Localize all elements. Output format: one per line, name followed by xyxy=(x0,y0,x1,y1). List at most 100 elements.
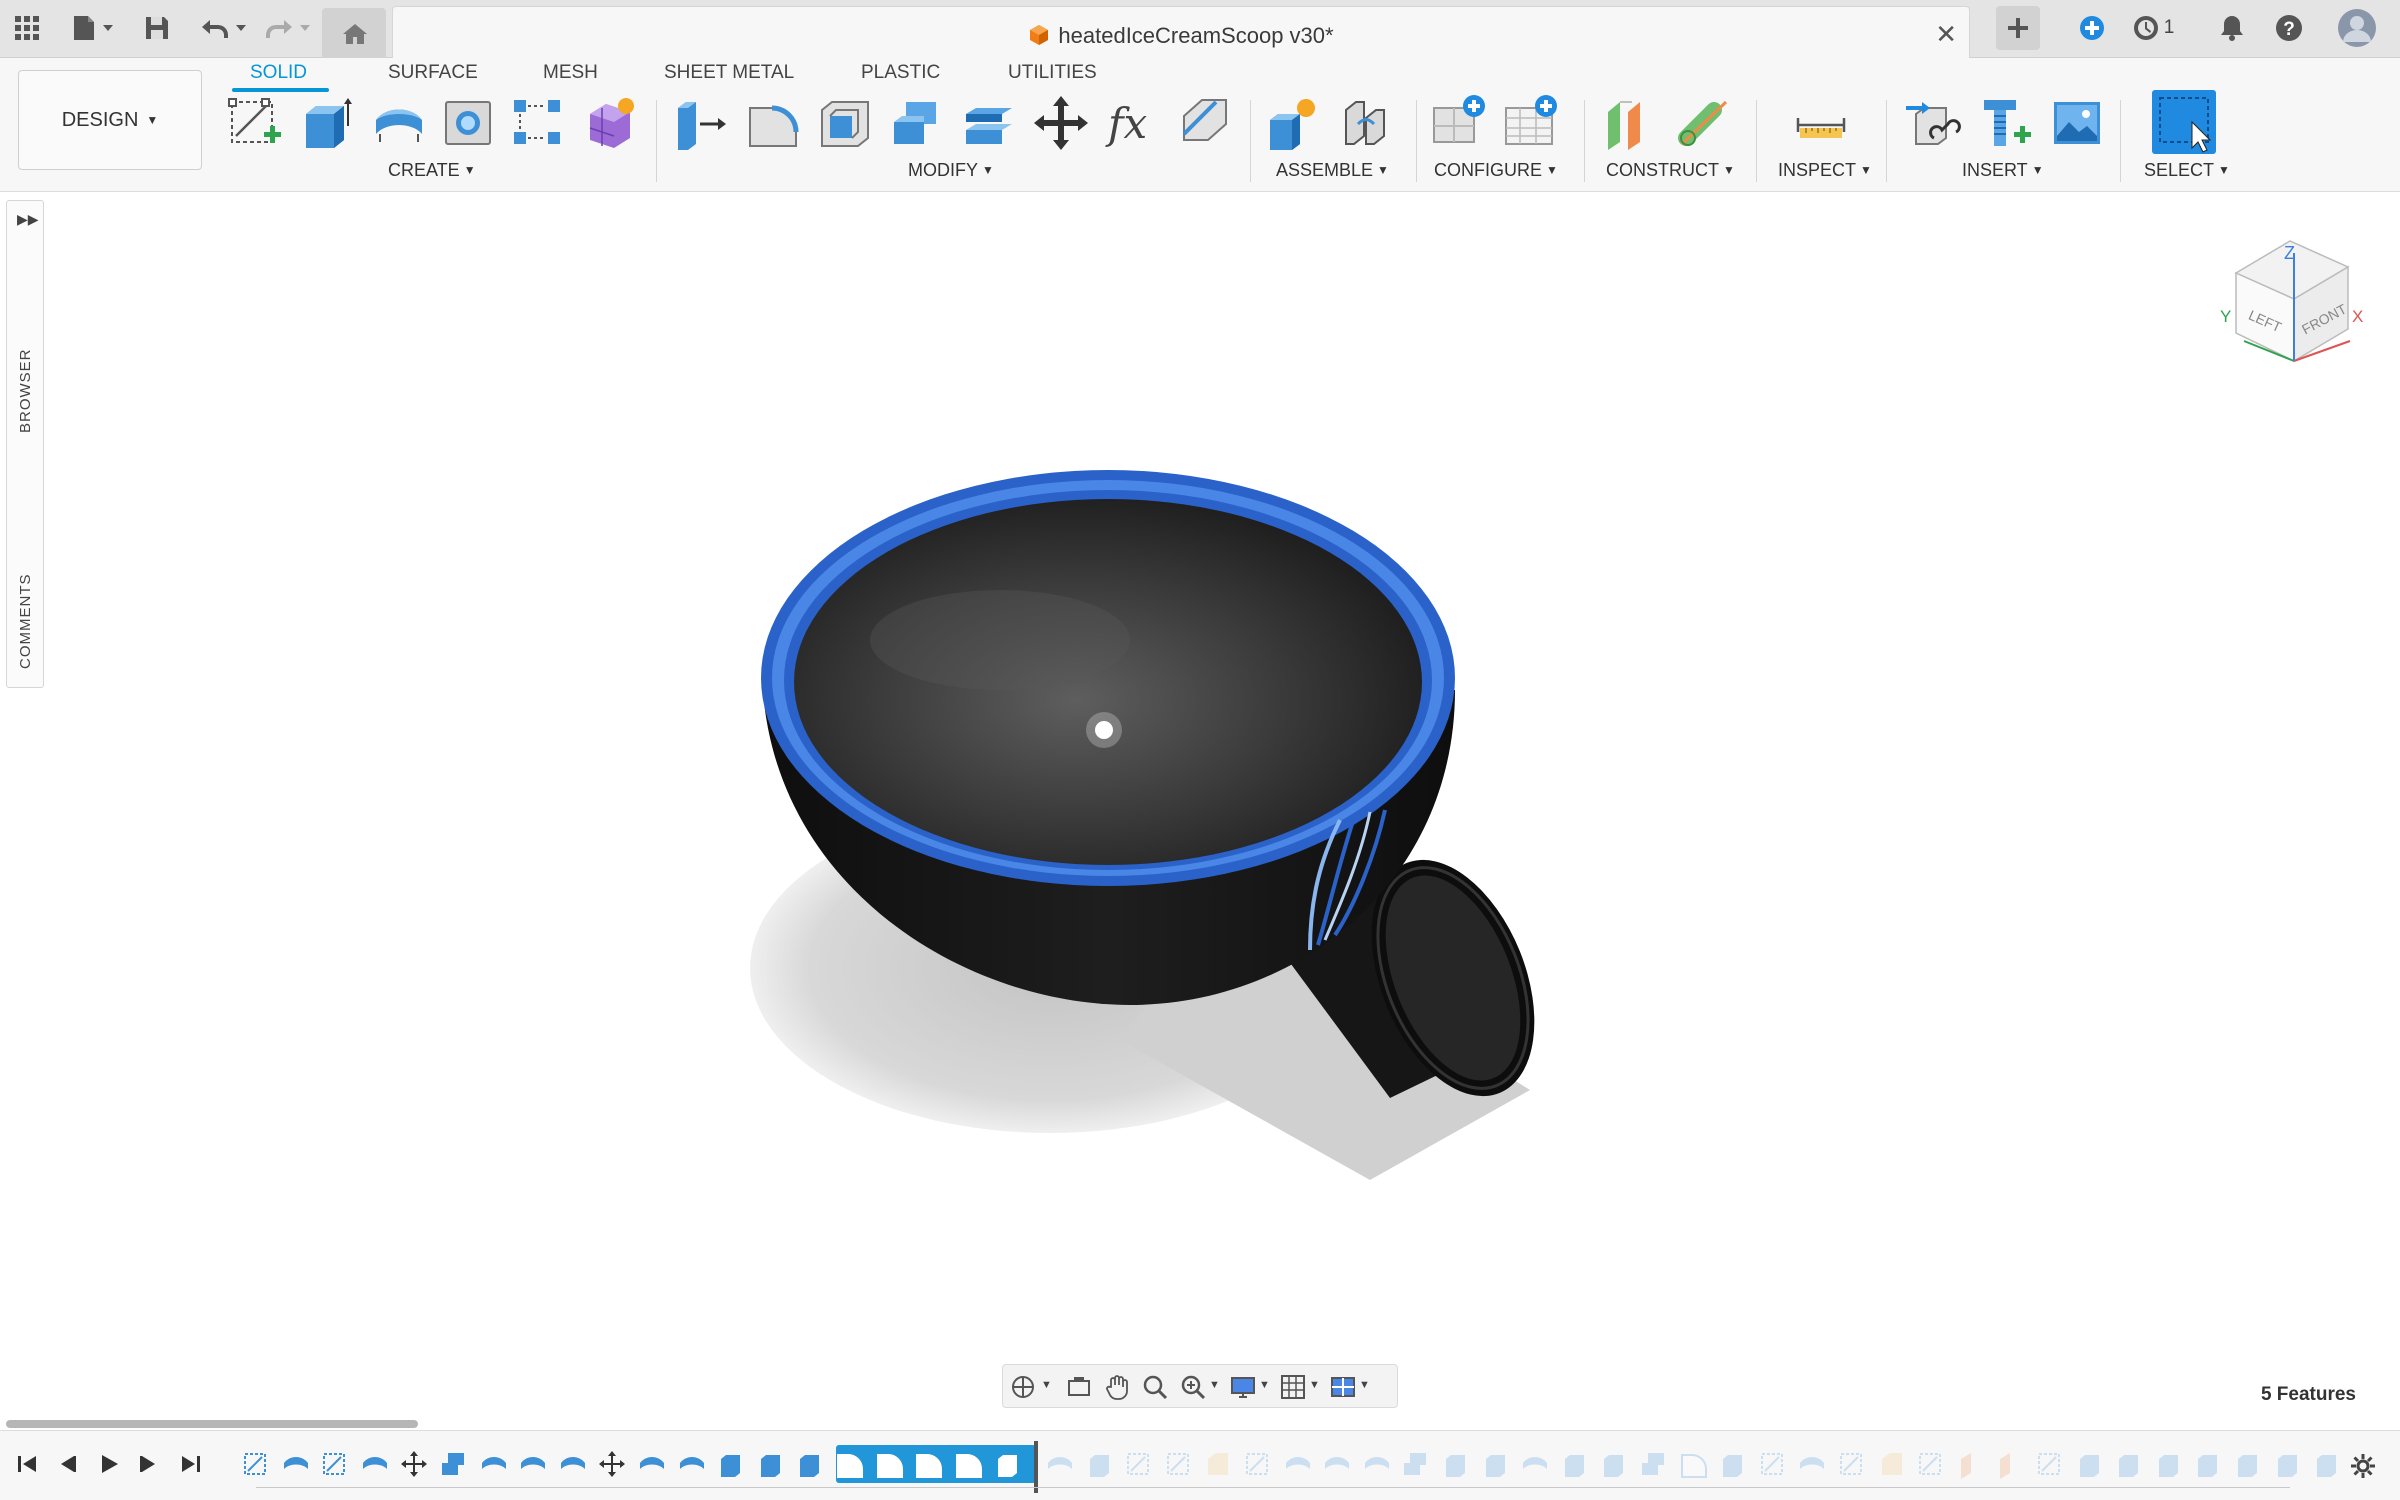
offset-face-icon[interactable] xyxy=(960,94,1018,152)
tab-mesh[interactable]: MESH xyxy=(543,62,598,84)
timeline-extrude-icon[interactable] xyxy=(1480,1449,1512,1479)
timeline-fillet-icon[interactable] xyxy=(913,1449,945,1479)
timeline-revolve-icon[interactable] xyxy=(636,1449,668,1479)
timeline-next-icon[interactable] xyxy=(136,1451,162,1477)
timeline-extrude-icon[interactable] xyxy=(2192,1449,2224,1479)
timeline-revolve-icon[interactable] xyxy=(1519,1449,1551,1479)
timeline-chamfer-icon[interactable] xyxy=(1202,1449,1234,1479)
extensions-icon[interactable] xyxy=(2078,9,2106,47)
display-settings-icon[interactable] xyxy=(1229,1373,1257,1401)
viewports-icon[interactable] xyxy=(1329,1373,1357,1401)
window-select-icon[interactable] xyxy=(2152,90,2216,154)
new-component-icon[interactable] xyxy=(1264,94,1322,152)
timeline-end-icon[interactable] xyxy=(178,1451,204,1477)
pan-icon[interactable] xyxy=(1103,1373,1131,1401)
select-menu[interactable]: SELECT ▼ xyxy=(2144,160,2230,181)
timeline-plane-icon[interactable] xyxy=(1994,1449,2026,1479)
avatar[interactable] xyxy=(2336,9,2378,47)
chevron-down-icon[interactable]: ▼ xyxy=(1259,1379,1270,1391)
timeline-move-icon[interactable] xyxy=(398,1449,430,1479)
expand-panel-icon[interactable]: ▶▶ xyxy=(17,211,39,228)
timeline-sketch-icon[interactable] xyxy=(1757,1449,1789,1479)
timeline-sketch-icon[interactable] xyxy=(1242,1449,1274,1479)
timeline-extrude-icon[interactable] xyxy=(1717,1449,1749,1479)
workspace-switcher[interactable]: DESIGN ▼ xyxy=(18,70,202,170)
timeline-start-icon[interactable] xyxy=(14,1451,40,1477)
tab-solid[interactable]: SOLID xyxy=(250,62,307,84)
timeline-extrude-icon[interactable] xyxy=(2311,1449,2343,1479)
tab-sheet-metal[interactable]: SHEET METAL xyxy=(664,62,794,84)
revolve-icon[interactable] xyxy=(370,94,428,152)
tab-utilities[interactable]: UTILITIES xyxy=(1008,62,1097,84)
timeline-revolve-icon[interactable] xyxy=(676,1449,708,1479)
chevron-down-icon[interactable]: ▼ xyxy=(1359,1379,1370,1391)
chevron-down-icon[interactable]: ▼ xyxy=(1041,1379,1052,1391)
save-icon[interactable] xyxy=(140,9,174,47)
timeline-extrude-icon[interactable] xyxy=(2153,1449,2185,1479)
fillet-icon[interactable] xyxy=(744,94,802,152)
notifications-icon[interactable] xyxy=(2218,9,2246,47)
timeline-sketch-icon[interactable] xyxy=(1123,1449,1155,1479)
timeline-revolve-icon[interactable] xyxy=(359,1449,391,1479)
insert-canvas-icon[interactable] xyxy=(2048,94,2106,152)
tab-plastic[interactable]: PLASTIC xyxy=(861,62,940,84)
help-icon[interactable]: ? xyxy=(2274,9,2304,47)
move-icon[interactable] xyxy=(1032,94,1090,152)
timeline-extrude-icon[interactable] xyxy=(992,1449,1024,1479)
shell-icon[interactable] xyxy=(816,94,874,152)
timeline-sketch-icon[interactable] xyxy=(2034,1449,2066,1479)
chevron-down-icon[interactable]: ▼ xyxy=(1309,1379,1320,1391)
timeline-revolve-icon[interactable] xyxy=(280,1449,312,1479)
timeline-revolve-icon[interactable] xyxy=(557,1449,589,1479)
hole-icon[interactable] xyxy=(440,94,498,152)
construct-menu[interactable]: CONSTRUCT ▼ xyxy=(1606,160,1735,181)
zoom-icon[interactable] xyxy=(1141,1373,1169,1401)
insert-menu[interactable]: INSERT ▼ xyxy=(1962,160,2044,181)
create-sketch-icon[interactable] xyxy=(226,94,284,152)
timeline-extrude-icon[interactable] xyxy=(1559,1449,1591,1479)
extrude-icon[interactable] xyxy=(298,94,356,152)
undo-icon[interactable] xyxy=(196,9,250,47)
create-menu[interactable]: CREATE ▼ xyxy=(388,160,476,181)
timeline-revolve-icon[interactable] xyxy=(1361,1449,1393,1479)
timeline-extrude-icon[interactable] xyxy=(2232,1449,2264,1479)
tab-surface[interactable]: SURFACE xyxy=(388,62,478,84)
timeline-plane-icon[interactable] xyxy=(1955,1449,1987,1479)
file-menu-icon[interactable] xyxy=(68,9,118,47)
timeline-extrude-icon[interactable] xyxy=(1440,1449,1472,1479)
configuration-table-icon[interactable] xyxy=(1502,94,1560,152)
timeline-extrude-icon[interactable] xyxy=(2113,1449,2145,1479)
configure-menu[interactable]: CONFIGURE ▼ xyxy=(1434,160,1558,181)
combine-icon[interactable] xyxy=(888,94,946,152)
fit-icon[interactable] xyxy=(1179,1373,1207,1401)
joint-icon[interactable] xyxy=(1336,94,1394,152)
measure-icon[interactable] xyxy=(1792,94,1850,152)
configure-icon[interactable] xyxy=(1430,94,1488,152)
timeline-combine-icon[interactable] xyxy=(438,1449,470,1479)
timeline-extrude-icon[interactable] xyxy=(2272,1449,2304,1479)
browser-panel-tab[interactable]: BROWSER xyxy=(17,348,34,433)
redo-icon[interactable] xyxy=(260,9,314,47)
pattern-icon[interactable] xyxy=(510,94,568,152)
timeline-extrude-icon[interactable] xyxy=(755,1449,787,1479)
timeline-fillet-icon[interactable] xyxy=(834,1449,866,1479)
split-icon[interactable] xyxy=(1176,94,1234,152)
timeline-extrude-icon[interactable] xyxy=(794,1449,826,1479)
close-tab-icon[interactable]: ✕ xyxy=(1935,19,1957,50)
timeline-sketch-icon[interactable] xyxy=(319,1449,351,1479)
timeline-extrude-icon[interactable] xyxy=(2074,1449,2106,1479)
assemble-menu[interactable]: ASSEMBLE ▼ xyxy=(1276,160,1389,181)
timeline-scrollbar-thumb[interactable] xyxy=(6,1420,418,1428)
timeline-revolve-icon[interactable] xyxy=(1796,1449,1828,1479)
timeline-move-icon[interactable] xyxy=(596,1449,628,1479)
orbit-icon[interactable] xyxy=(1009,1373,1037,1401)
press-pull-icon[interactable] xyxy=(672,94,730,152)
modify-menu[interactable]: MODIFY ▼ xyxy=(908,160,994,181)
look-at-icon[interactable] xyxy=(1065,1373,1093,1401)
document-tab[interactable]: heatedIceCreamScoop v30* ✕ xyxy=(392,6,1970,58)
timeline-previous-icon[interactable] xyxy=(54,1451,80,1477)
app-grid-icon[interactable] xyxy=(12,9,42,47)
timeline-marker[interactable] xyxy=(1034,1441,1038,1493)
timeline-extrude-icon[interactable] xyxy=(715,1449,747,1479)
insert-derive-icon[interactable] xyxy=(1904,94,1962,152)
